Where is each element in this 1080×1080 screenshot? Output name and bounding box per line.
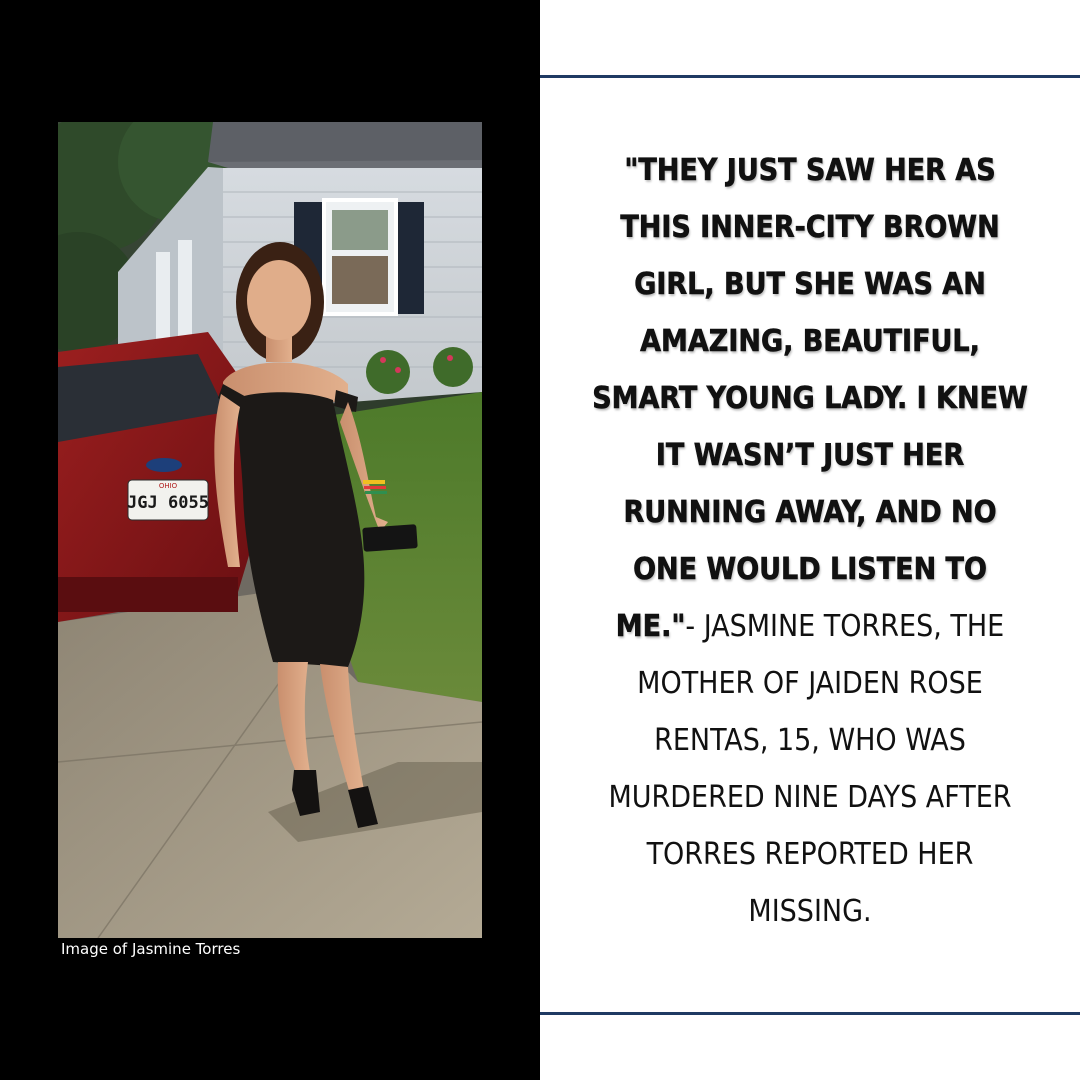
quote-attribution: - JASMINE TORRES, THE MOTHER OF JAIDEN R… [608, 609, 1012, 929]
left-panel: OHIO JGJ 6055 Image of Jasmine Torres [0, 0, 540, 1080]
portrait-photo: OHIO JGJ 6055 [58, 122, 482, 938]
license-plate-number: JGJ 6055 [127, 493, 209, 513]
quote-paragraph: "THEY JUST SAW HER AS THIS INNER-CITY BR… [590, 142, 1030, 940]
top-divider [540, 75, 1080, 78]
quote-text: "THEY JUST SAW HER AS THIS INNER-CITY BR… [592, 153, 1028, 645]
bottom-divider [540, 1012, 1080, 1015]
photo-caption: Image of Jasmine Torres [61, 940, 241, 958]
license-plate-state: OHIO [159, 482, 178, 490]
quote-block: "THEY JUST SAW HER AS THIS INNER-CITY BR… [590, 142, 1030, 940]
